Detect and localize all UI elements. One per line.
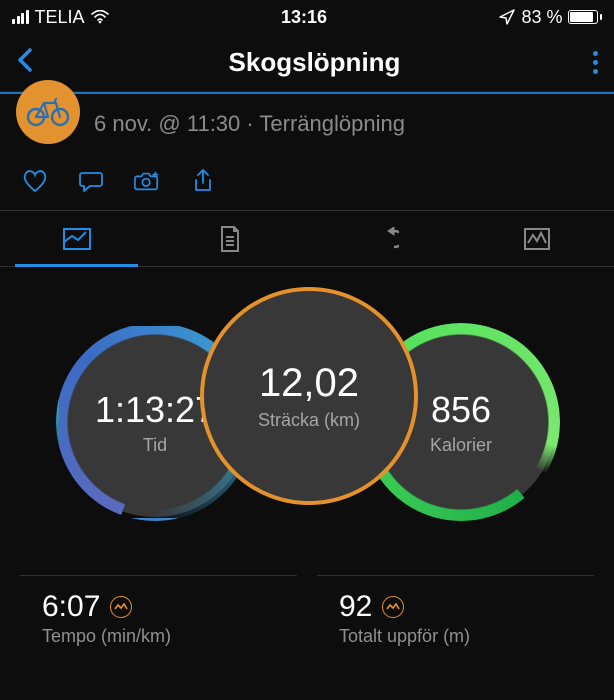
tabs [0,211,614,267]
status-time: 13:16 [281,7,327,28]
stat-ascent[interactable]: 92 Totalt uppför (m) [317,575,594,661]
signal-bars-icon [12,10,29,24]
pace-label: Tempo (min/km) [42,626,275,647]
location-icon [499,9,515,25]
comment-button[interactable] [78,168,104,194]
more-button[interactable] [593,51,598,74]
carrier-label: TELIA [35,7,85,28]
ascent-label: Totalt uppför (m) [339,626,572,647]
tab-map[interactable] [0,211,154,266]
action-row [0,164,614,210]
spark-icon [382,596,404,618]
avatar[interactable] [16,80,80,144]
stat-pace[interactable]: 6:07 Tempo (min/km) [20,575,297,661]
ascent-value: 92 [339,590,372,624]
back-button[interactable] [16,46,36,79]
summary-circles: 1:13:27 Tid 856 Kalorier 12,02 Sträcka (… [0,277,614,567]
activity-header: 6 nov. @ 11:30 · Terränglöpning [0,94,614,164]
battery-icon [568,10,602,24]
spark-icon [110,596,132,618]
status-right: 83 % [499,7,602,28]
activity-meta: 6 nov. @ 11:30 · Terränglöpning [94,111,405,137]
bike-icon [26,97,70,127]
like-button[interactable] [22,168,48,194]
circle-distance: 12,02 Sträcka (km) [204,291,414,501]
share-button[interactable] [190,168,216,194]
tab-charts[interactable] [461,211,614,266]
stats-row: 6:07 Tempo (min/km) 92 Totalt uppför (m) [0,575,614,661]
status-left: TELIA [12,7,109,28]
wifi-icon [91,10,109,24]
camera-button[interactable] [134,168,160,194]
tab-laps[interactable] [307,211,461,266]
nav-bar: Skogslöpning [0,34,614,92]
status-bar: TELIA 13:16 83 % [0,0,614,34]
page-title: Skogslöpning [229,47,401,78]
pace-value: 6:07 [42,590,100,624]
battery-percent: 83 % [521,7,562,28]
tab-details[interactable] [154,211,308,266]
